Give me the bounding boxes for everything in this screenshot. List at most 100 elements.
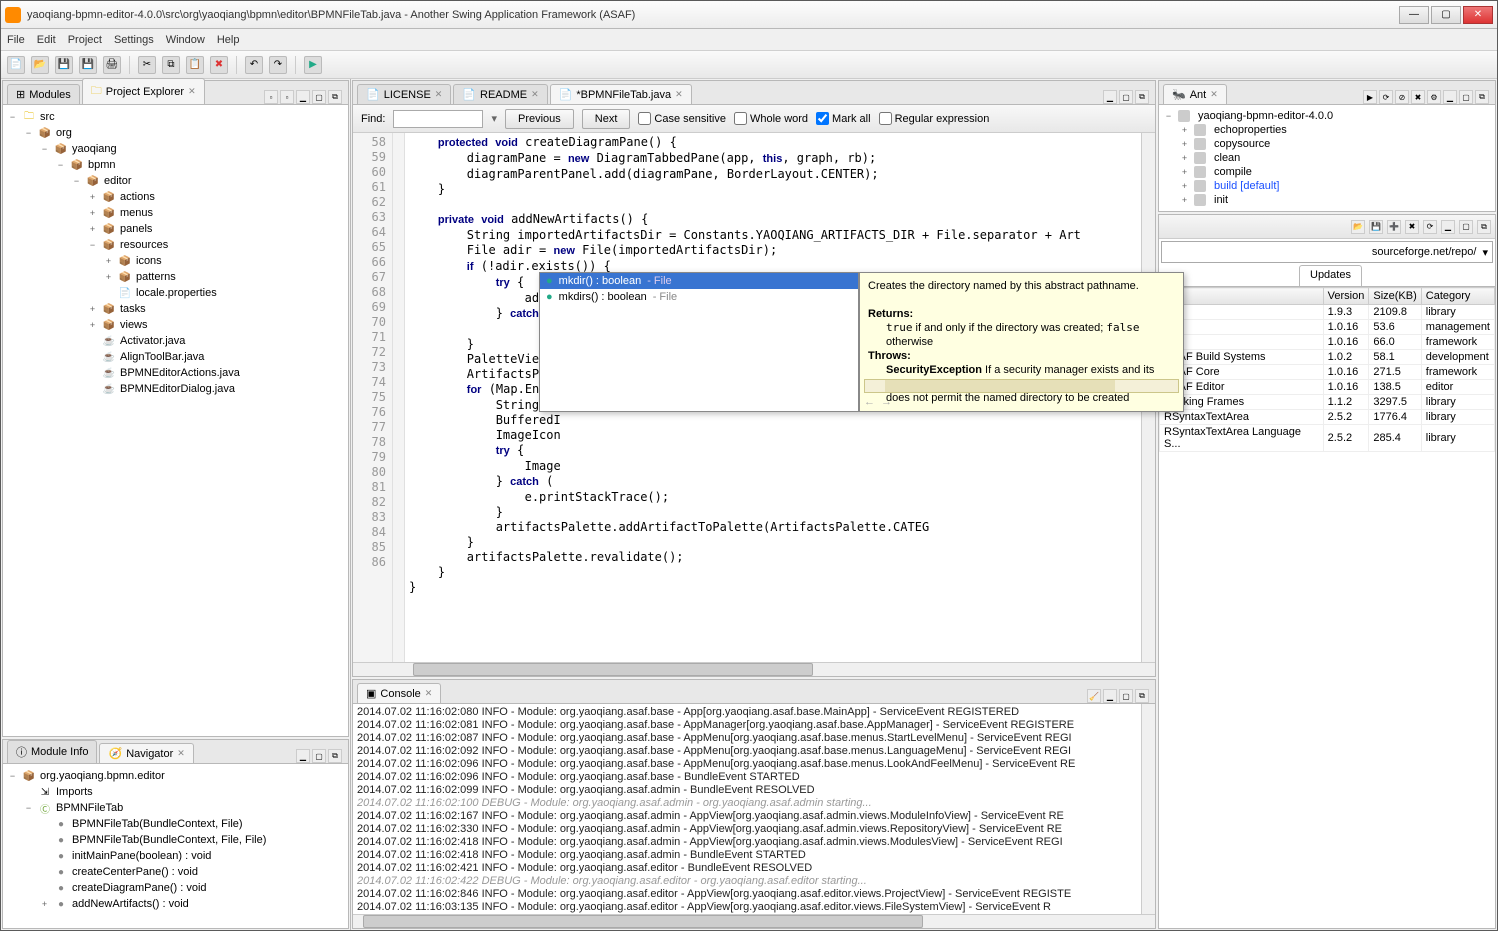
table-row[interactable]: ASAF Core1.0.16271.5framework xyxy=(1160,365,1495,380)
expand-icon[interactable]: + xyxy=(103,272,114,282)
menu-settings[interactable]: Settings xyxy=(114,34,154,46)
tree-node[interactable]: −ⒸBPMNFileTab xyxy=(7,800,344,816)
ant-config-icon[interactable]: ⚙ xyxy=(1427,90,1441,104)
close-icon[interactable]: ✕ xyxy=(425,688,433,699)
tree-node[interactable]: ☕Activator.java xyxy=(7,333,344,349)
ant-target[interactable]: +copysource xyxy=(1163,137,1491,151)
dropdown-icon[interactable]: ▾ xyxy=(1482,246,1488,259)
panel-max-icon[interactable]: ▢ xyxy=(1459,220,1473,234)
navigator-tree[interactable]: −📦org.yaoqiang.bpmn.editor⇲Imports−ⒸBPMN… xyxy=(3,764,348,928)
project-tree[interactable]: −🗀src−📦org−📦yaoqiang−📦bpmn−📦editor+📦acti… xyxy=(3,105,348,736)
completion-item[interactable]: ●mkdir() : boolean - File xyxy=(540,273,858,289)
repo-table[interactable]: VersionSize(KB)Category1.9.32109.8librar… xyxy=(1159,287,1495,452)
table-row[interactable]: 1.0.1666.0framework xyxy=(1160,335,1495,350)
repo-add-icon[interactable]: ➕ xyxy=(1387,220,1401,234)
find-input[interactable] xyxy=(393,110,483,128)
tree-node[interactable]: ●initMainPane(boolean) : void xyxy=(7,848,344,864)
tree-node[interactable]: ☕BPMNEditorActions.java xyxy=(7,365,344,381)
tree-node[interactable]: −📦yaoqiang xyxy=(7,141,344,157)
cut-icon[interactable]: ✂ xyxy=(138,56,156,74)
tree-node[interactable]: −📦org.yaoqiang.bpmn.editor xyxy=(7,768,344,784)
code-editor[interactable]: 58 59 60 61 62 63 64 65 66 67 68 69 70 7… xyxy=(353,133,1155,662)
panel-btn[interactable]: ▫ xyxy=(280,90,294,104)
find-prev-button[interactable]: Previous xyxy=(505,109,574,129)
tree-node[interactable]: −📦org xyxy=(7,125,344,141)
table-row[interactable]: Docking Frames1.1.23297.5library xyxy=(1160,395,1495,410)
console-output[interactable]: 2014.07.02 11:16:02:080 INFO - Module: o… xyxy=(353,704,1141,914)
expand-icon[interactable]: − xyxy=(23,128,34,138)
table-row[interactable]: ASAF Build Systems1.0.258.1development xyxy=(1160,350,1495,365)
expand-icon[interactable]: − xyxy=(23,803,34,813)
tree-node[interactable]: ●BPMNFileTab(BundleContext, File) xyxy=(7,816,344,832)
tree-node[interactable]: ☕AlignToolBar.java xyxy=(7,349,344,365)
panel-ext-icon[interactable]: ⧉ xyxy=(1135,689,1149,703)
tab-project-explorer[interactable]: 🗀 Project Explorer ✕ xyxy=(82,78,205,104)
horizontal-scrollbar[interactable] xyxy=(353,914,1155,928)
close-icon[interactable]: ✕ xyxy=(188,86,196,97)
close-icon[interactable]: ✕ xyxy=(435,89,443,100)
close-icon[interactable]: ✕ xyxy=(675,89,683,100)
tree-node[interactable]: ⇲Imports xyxy=(7,784,344,800)
vertical-scrollbar[interactable] xyxy=(1141,704,1155,914)
new-icon[interactable]: 📄 xyxy=(7,56,25,74)
doc-hscroll[interactable] xyxy=(864,379,1179,393)
editor-tab[interactable]: 📄LICENSE✕ xyxy=(357,84,451,104)
tree-node[interactable]: 📄locale.properties xyxy=(7,285,344,301)
panel-max-icon[interactable]: ▢ xyxy=(312,90,326,104)
menu-project[interactable]: Project xyxy=(68,34,102,46)
tree-node[interactable]: ●createDiagramPane() : void xyxy=(7,880,344,896)
panel-btn[interactable]: ▫ xyxy=(264,90,278,104)
tree-node[interactable]: −📦resources xyxy=(7,237,344,253)
tree-node[interactable]: +📦patterns xyxy=(7,269,344,285)
undo-icon[interactable]: ↶ xyxy=(245,56,263,74)
tab-module-info[interactable]: ⓘ Module Info xyxy=(7,740,97,763)
table-header[interactable]: Category xyxy=(1421,288,1494,305)
redo-icon[interactable]: ↷ xyxy=(269,56,287,74)
panel-max-icon[interactable]: ▢ xyxy=(312,749,326,763)
regex-checkbox[interactable]: Regular expression xyxy=(879,112,990,125)
tree-node[interactable]: +📦tasks xyxy=(7,301,344,317)
close-button[interactable]: ✕ xyxy=(1463,6,1493,24)
panel-max-icon[interactable]: ▢ xyxy=(1119,90,1133,104)
expand-icon[interactable]: − xyxy=(87,240,98,250)
doc-back-icon[interactable]: ← xyxy=(864,395,875,409)
table-header[interactable]: Size(KB) xyxy=(1369,288,1421,305)
ant-root[interactable]: −yaoqiang-bpmn-editor-4.0.0 xyxy=(1163,109,1491,123)
repo-remove-icon[interactable]: ✖ xyxy=(1405,220,1419,234)
mark-all-checkbox[interactable]: Mark all xyxy=(816,112,871,125)
table-row[interactable]: 1.9.32109.8library xyxy=(1160,305,1495,320)
ant-target[interactable]: +init xyxy=(1163,193,1491,207)
table-row[interactable]: RSyntaxTextArea Language S...2.5.2285.4l… xyxy=(1160,425,1495,452)
repo-open-icon[interactable]: 📂 xyxy=(1351,220,1365,234)
ant-run-icon[interactable]: ▶ xyxy=(1363,90,1377,104)
tree-node[interactable]: −📦editor xyxy=(7,173,344,189)
table-row[interactable]: RSyntaxTextArea2.5.21776.4library xyxy=(1160,410,1495,425)
expand-icon[interactable]: − xyxy=(39,144,50,154)
tree-node[interactable]: ●createCenterPane() : void xyxy=(7,864,344,880)
print-icon[interactable]: 🖨 xyxy=(103,56,121,74)
panel-ext-icon[interactable]: ⧉ xyxy=(1477,220,1491,234)
panel-max-icon[interactable]: ▢ xyxy=(1459,90,1473,104)
table-row[interactable]: 1.0.1653.6management xyxy=(1160,320,1495,335)
completion-list[interactable]: ●mkdir() : boolean - File●mkdirs() : boo… xyxy=(539,272,859,412)
fold-column[interactable] xyxy=(393,133,405,662)
tree-node[interactable]: ●BPMNFileTab(BundleContext, File, File) xyxy=(7,832,344,848)
tree-node[interactable]: +📦menus xyxy=(7,205,344,221)
case-sensitive-checkbox[interactable]: Case sensitive xyxy=(638,112,726,125)
editor-tab[interactable]: 📄README✕ xyxy=(453,84,547,104)
repo-save-icon[interactable]: 💾 xyxy=(1369,220,1383,234)
expand-icon[interactable]: + xyxy=(87,320,98,330)
tree-node[interactable]: +●addNewArtifacts() : void xyxy=(7,896,344,912)
panel-min-icon[interactable]: ▁ xyxy=(296,749,310,763)
console-clear-icon[interactable]: 🧹 xyxy=(1087,689,1101,703)
expand-icon[interactable]: + xyxy=(39,899,50,909)
close-icon[interactable]: ✕ xyxy=(177,748,185,759)
tree-node[interactable]: −📦bpmn xyxy=(7,157,344,173)
repo-url-field[interactable]: sourceforge.net/repo/ ▾ xyxy=(1161,241,1493,263)
open-icon[interactable]: 📂 xyxy=(31,56,49,74)
tree-node[interactable]: +📦icons xyxy=(7,253,344,269)
panel-min-icon[interactable]: ▁ xyxy=(1103,689,1117,703)
tree-node[interactable]: −🗀src xyxy=(7,109,344,125)
table-header[interactable] xyxy=(1160,288,1324,305)
minimize-button[interactable]: — xyxy=(1399,6,1429,24)
